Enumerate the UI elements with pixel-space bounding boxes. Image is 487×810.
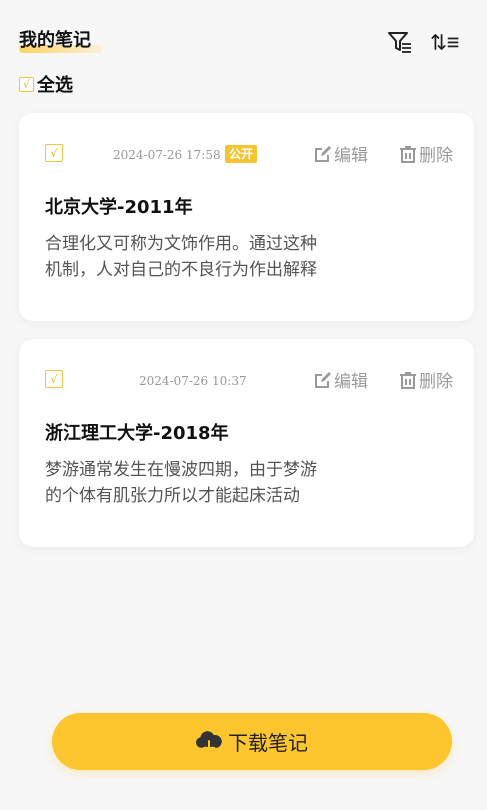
note-preview: 合理化又可称为文饰作用。通过这种机制，人对自己的不良行为作出解释 [45,234,317,280]
delete-label: 删除 [419,372,453,392]
edit-label: 编辑 [334,146,368,166]
select-all-toggle[interactable]: √ 全选 [19,72,73,96]
sort-icon [431,34,459,50]
note-timestamp: 2024-07-26 17:58 [113,148,221,162]
delete-button[interactable]: 删除 [398,367,453,392]
cloud-download-icon [196,730,222,754]
header: 我的笔记 [19,28,468,58]
delete-button[interactable]: 删除 [398,141,453,166]
trash-icon [398,144,418,164]
edit-button[interactable]: 编辑 [313,141,368,166]
filter-button[interactable] [385,28,415,56]
edit-icon [313,370,333,390]
edit-icon [313,144,333,164]
edit-button[interactable]: 编辑 [313,367,368,392]
note-checkbox[interactable]: √ [45,370,63,388]
delete-label: 删除 [419,146,453,166]
note-title: 北京大学-2011年 [45,197,193,218]
edit-label: 编辑 [334,372,368,392]
download-label: 下载笔记 [228,731,308,755]
trash-icon [398,370,418,390]
public-badge: 公开 [225,145,258,163]
select-all-label: 全选 [37,75,73,96]
note-card[interactable]: √ 2024-07-26 17:58 公开 编辑 删除 北京大学-2011年 合… [19,113,474,321]
sort-button[interactable] [431,28,461,56]
select-all-checkbox[interactable]: √ [19,76,34,92]
note-title: 浙江理工大学-2018年 [45,423,229,444]
filter-icon [388,32,411,53]
note-checkbox[interactable]: √ [45,144,63,162]
note-card[interactable]: √ 2024-07-26 10:37 编辑 删除 浙江理工大学-2018年 梦游… [19,339,474,547]
note-timestamp: 2024-07-26 10:37 [139,374,247,388]
download-notes-button[interactable]: 下载笔记 [52,713,452,770]
note-preview: 梦游通常发生在慢波四期，由于梦游的个体有肌张力所以才能起床活动 [45,460,317,506]
page-title: 我的笔记 [19,30,91,51]
